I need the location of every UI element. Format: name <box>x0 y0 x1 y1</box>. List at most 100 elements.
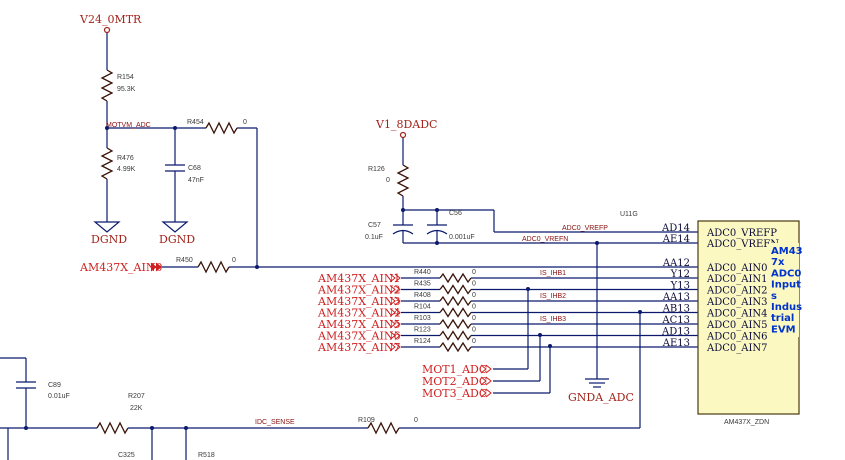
resistor-r207[interactable]: R207 22K <box>96 393 145 435</box>
r104-value: 0 <box>472 304 476 311</box>
r440-ref: R440 <box>414 269 431 276</box>
gnda-symbol: GNDA_ADC <box>568 378 634 404</box>
r109-ref: R109 <box>358 417 375 424</box>
pin-number: AD14 <box>661 223 690 234</box>
c68-ref: C68 <box>188 165 201 172</box>
net-vrefp-label: ADC0_VREFP <box>562 225 608 232</box>
c56-ref: C56 <box>449 210 462 217</box>
r124-value: 0 <box>472 338 476 345</box>
r476-ref: R476 <box>117 155 134 162</box>
r126-ref: R126 <box>368 166 385 173</box>
capacitor-c68[interactable]: C68 47nF <box>165 128 204 222</box>
pin-name: ADC0_AIN3 <box>706 297 768 308</box>
resistor-icon <box>100 147 114 180</box>
resistor-r109[interactable]: R109 0 <box>358 417 418 435</box>
port-ain0[interactable]: AM437X_AIN0 <box>79 261 162 274</box>
note-line: 7x <box>771 257 785 268</box>
note-line: AM43 <box>771 246 803 257</box>
junction-dot <box>105 126 109 130</box>
pin-name: ADC0_AIN0 <box>706 263 768 274</box>
port-mot3-label: MOT3_ADC <box>422 387 487 400</box>
r435-value: 0 <box>472 281 476 288</box>
r104-ref: R104 <box>414 304 431 311</box>
junction-dot <box>526 287 530 291</box>
junction-dot <box>401 208 405 212</box>
pin-number: AC13 <box>661 315 690 326</box>
r454-ref: R454 <box>187 119 204 126</box>
pin-number: AE14 <box>662 234 690 245</box>
resistor-icon <box>439 341 472 353</box>
r408-value: 0 <box>472 292 476 299</box>
gnda-label: GNDA_ADC <box>568 391 634 404</box>
port-ain7-label[interactable]: AM437X_AIN7 <box>317 341 400 354</box>
resistor-r126[interactable]: R126 0 <box>368 164 410 197</box>
r450-value: 0 <box>232 257 236 264</box>
r123-ref: R123 <box>414 327 431 334</box>
resistor-icon <box>100 69 114 102</box>
pin-number: AB13 <box>662 304 690 315</box>
resistor-r124[interactable]: R124 0 <box>414 338 476 353</box>
r476-value: 4.99K <box>117 166 136 173</box>
resistor-icon <box>439 272 472 284</box>
resistor-r154[interactable]: R154 95.3K <box>100 69 136 102</box>
resistor-icon <box>439 330 472 341</box>
dgnd2-label: DGND <box>159 233 195 246</box>
capacitor-c56[interactable]: C56 0.001uF <box>426 210 475 243</box>
junction-dot <box>435 241 439 245</box>
capacitor-c57[interactable]: C57 0.1uF <box>365 222 414 243</box>
resistor-icon <box>439 318 472 330</box>
ic-note: AM437xADC0InputsIndustrialEVM <box>769 243 803 337</box>
power-v24-label: V24_0MTR <box>79 13 142 26</box>
note-line: Indus <box>771 302 802 313</box>
resistor-r476[interactable]: R476 4.99K <box>100 147 136 180</box>
note-line: Input <box>771 280 801 291</box>
net-ihb1-label: IS_IHB1 <box>540 270 566 277</box>
ground-icon <box>161 221 189 233</box>
ic-part: AM437X_ZDN <box>724 419 769 426</box>
junction-dot <box>24 426 28 430</box>
port-mot3[interactable]: MOT3_ADC <box>422 387 492 400</box>
resistor-icon <box>367 421 400 435</box>
ic-ref: U11G <box>620 211 638 218</box>
r154-value: 95.3K <box>117 86 136 93</box>
net-motvm-label: MOTVM_ADC <box>106 122 151 129</box>
note-line: s <box>771 291 777 302</box>
c68-value: 47nF <box>188 177 204 184</box>
pin-name: ADC0_AIN1 <box>706 274 768 285</box>
c325-ref: C325 <box>118 452 135 459</box>
pin-number: AA12 <box>662 258 690 269</box>
r103-ref: R103 <box>414 315 431 322</box>
pin-name: ADC0_VREFN <box>706 239 779 250</box>
note-line: ADC0 <box>771 268 801 279</box>
r109-value: 0 <box>414 417 418 424</box>
r440-value: 0 <box>472 269 476 276</box>
dgnd2-symbol: DGND <box>159 221 195 246</box>
pin-number: Y12 <box>670 269 690 280</box>
schematic-canvas: V24_0MTR R154 95.3K MOTVM_ADC R476 4.99K… <box>0 13 803 460</box>
input-row-ain7: AM437X_AIN7 R124 0 <box>317 338 698 354</box>
v24-rail: V24_0MTR <box>79 13 142 70</box>
pin-number: AD13 <box>661 327 690 338</box>
pin-name: ADC0_AIN7 <box>706 343 768 354</box>
pin-name: ADC0_AIN5 <box>706 320 768 331</box>
v18-rail: V1_8DADC <box>375 118 437 165</box>
ic-pins: AD14 ADC0_VREFP AE14 ADC0_VREFN AA12 ADC0_AIN… <box>661 223 779 354</box>
resistor-icon <box>96 421 129 435</box>
junction-dot <box>255 265 259 269</box>
resistor-r450[interactable]: R450 0 <box>176 257 236 274</box>
resistor-icon <box>396 164 410 197</box>
note-line: EVM <box>771 324 796 335</box>
capacitor-c89[interactable]: C89 0.01uF <box>16 381 70 428</box>
port-ain0-label: AM437X_AIN0 <box>79 261 162 274</box>
pin-number: AE13 <box>662 338 690 349</box>
c89-ref: C89 <box>48 382 61 389</box>
resistor-icon <box>439 284 472 295</box>
net-ihb2-label: IS_IHB2 <box>540 293 566 300</box>
pin-name: ADC0_VREFP <box>706 228 777 239</box>
r435-ref: R435 <box>414 281 431 288</box>
dgnd1-label: DGND <box>91 233 127 246</box>
r408-ref: R408 <box>414 292 431 299</box>
ground-icon <box>93 221 121 233</box>
r123-value: 0 <box>472 327 476 334</box>
resistor-r454[interactable]: R454 0 <box>187 119 247 135</box>
